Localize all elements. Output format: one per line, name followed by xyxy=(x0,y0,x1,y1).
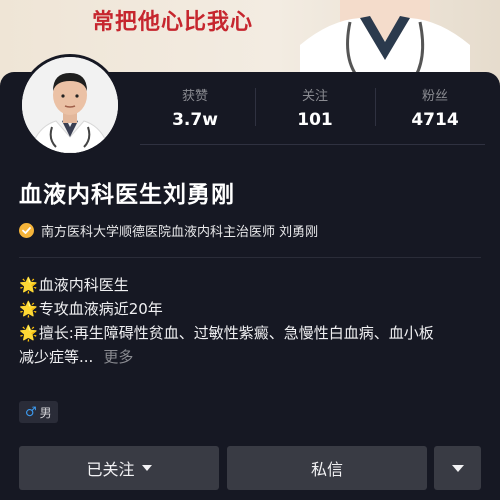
chevron-down-icon xyxy=(141,465,152,471)
star-icon: 🌟 xyxy=(19,300,38,318)
chevron-down-icon xyxy=(451,464,464,472)
stat-following-label: 关注 xyxy=(301,89,328,104)
followed-button[interactable]: 已关注 xyxy=(19,446,219,490)
more-options-button[interactable] xyxy=(434,446,481,490)
bio-line: 🌟专攻血液病近20年 xyxy=(19,297,489,321)
star-icon: 🌟 xyxy=(19,324,38,342)
followed-label: 已关注 xyxy=(86,460,135,479)
bio-line: 🌟擅长:再生障碍性贫血、过敏性紫癜、急慢性白血病、血小板 xyxy=(19,321,489,345)
bio-text: 减少症等... xyxy=(19,348,94,366)
stat-followers[interactable]: 粉丝 4714 xyxy=(375,85,495,135)
check-badge-icon xyxy=(19,223,34,238)
gender-tag: ♂ 男 xyxy=(19,401,58,423)
bio-more-link[interactable]: 更多 xyxy=(103,348,133,366)
gender-text: 男 xyxy=(39,405,52,420)
stat-following[interactable]: 关注 101 xyxy=(255,85,375,135)
bio-text: 血液内科医生 xyxy=(38,276,129,294)
banner-slogan: 常把他心比我心 xyxy=(92,9,254,35)
verification-row: 南方医科大学顺德医院血液内科主治医师 刘勇刚 xyxy=(19,221,318,240)
bio-text: 擅长:再生障碍性贫血、过敏性紫癜、急慢性白血病、血小板 xyxy=(38,324,434,342)
verification-text: 南方医科大学顺德医院血液内科主治医师 刘勇刚 xyxy=(41,225,319,240)
male-icon: ♂ xyxy=(25,404,37,420)
star-icon: 🌟 xyxy=(19,276,38,294)
profile-name: 血液内科医生刘勇刚 xyxy=(19,182,235,208)
stat-followers-label: 粉丝 xyxy=(421,89,448,104)
stat-following-value: 101 xyxy=(297,110,333,130)
profile-bio: 🌟血液内科医生 🌟专攻血液病近20年 🌟擅长:再生障碍性贫血、过敏性紫癜、急慢性… xyxy=(19,273,489,369)
bio-line: 减少症等... 更多 xyxy=(19,345,489,369)
stats-divider xyxy=(140,144,485,145)
stat-likes-value: 3.7w xyxy=(172,110,218,130)
stat-followers-value: 4714 xyxy=(411,110,459,130)
doctor-avatar xyxy=(22,57,118,153)
bio-line: 🌟血液内科医生 xyxy=(19,273,489,297)
message-button[interactable]: 私信 xyxy=(227,446,427,490)
message-label: 私信 xyxy=(310,460,343,479)
bio-text: 专攻血液病近20年 xyxy=(38,300,163,318)
section-divider xyxy=(19,257,481,258)
avatar[interactable] xyxy=(19,54,121,156)
profile-stats: 获赞 3.7w 关注 101 粉丝 4714 xyxy=(135,85,495,135)
stat-likes[interactable]: 获赞 3.7w xyxy=(135,85,255,135)
stat-likes-label: 获赞 xyxy=(181,89,208,104)
